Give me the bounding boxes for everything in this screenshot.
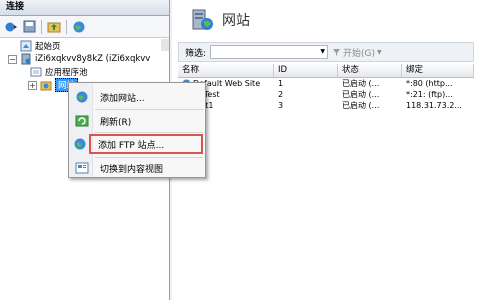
tree-item-start-page-label: 起始页 — [35, 42, 61, 52]
menu-item-switch-content-view-label: 切换到内容视图 — [100, 164, 164, 175]
context-menu: 添加网站... 刷新(R) 添加 FTP 站点... 切换到内容视图 — [68, 82, 206, 178]
table-row[interactable]: test1 3 已启动 (... 118.31.73.2... — [178, 100, 474, 111]
filter-bar: 筛选: ▼ 开始(G) ▼ — [178, 42, 474, 62]
add-site-icon — [76, 91, 88, 103]
add-ftp-site-icon — [74, 138, 86, 150]
toolbar-separator-2 — [66, 19, 67, 34]
menu-item-add-ftp-site[interactable]: 添加 FTP 站点... — [74, 134, 203, 154]
cell-status: 已启动 (... — [342, 101, 380, 110]
cell-status: 已启动 (... — [342, 90, 380, 99]
cell-id: 1 — [278, 79, 284, 88]
table-row[interactable]: ftpTest 2 已启动 (... *:21: (ftp)... — [178, 89, 474, 100]
start-filter-button[interactable]: 开始(G) ▼ — [332, 46, 382, 59]
sites-server-icon — [192, 9, 213, 30]
server-collapse-toggle[interactable]: − — [8, 55, 17, 64]
menu-separator-2 — [95, 132, 203, 133]
sites-folder-icon — [40, 81, 52, 91]
tree-item-server[interactable]: iZi6xqkvv8y8kZ (iZi6xqkvv — [20, 52, 150, 66]
up-folder-icon[interactable] — [46, 19, 62, 35]
connect-icon[interactable] — [3, 19, 19, 35]
start-filter-icon — [333, 48, 341, 56]
menu-item-add-site[interactable]: 添加网站... — [70, 87, 204, 107]
table-header: 名称 ID 状态 绑定 — [178, 64, 474, 78]
start-filter-label: 开始(G) — [343, 48, 376, 59]
connections-toolbar — [0, 16, 169, 38]
filter-dropdown-icon[interactable]: ▼ — [320, 48, 325, 55]
tree-scrollbar[interactable] — [161, 39, 169, 51]
menu-item-add-site-label: 添加网站... — [100, 93, 145, 104]
menu-item-switch-content-view[interactable]: 切换到内容视图 — [70, 158, 204, 178]
menu-item-add-ftp-site-label: 添加 FTP 站点... — [98, 140, 165, 151]
connections-header: 连接 — [0, 0, 169, 16]
sites-table: 名称 ID 状态 绑定 Default Web Site 1 已启动 (... … — [178, 64, 474, 111]
cell-binding: *:80 (http... — [406, 79, 453, 88]
app-pools-icon — [30, 67, 42, 77]
sites-expand-toggle[interactable]: + — [28, 81, 37, 90]
globe-icon[interactable] — [71, 19, 87, 35]
save-icon[interactable] — [21, 19, 37, 35]
menu-item-refresh-label: 刷新(R) — [100, 117, 132, 128]
tree-item-server-label: iZi6xqkvv8y8kZ (iZi6xqkvv — [35, 54, 151, 64]
column-header-status[interactable]: 状态 — [338, 64, 402, 77]
table-row[interactable]: Default Web Site 1 已启动 (... *:80 (http..… — [178, 78, 474, 89]
tree-item-start-page[interactable]: 起始页 — [20, 39, 61, 53]
start-page-icon — [20, 40, 32, 52]
cell-id: 2 — [278, 90, 284, 99]
filter-input[interactable]: ▼ — [210, 45, 329, 59]
cell-binding: *:21: (ftp)... — [406, 90, 453, 99]
toolbar-separator — [41, 19, 42, 34]
column-header-name[interactable]: 名称 — [178, 64, 274, 77]
sites-title-bar: 网站 — [172, 0, 480, 40]
menu-item-refresh[interactable]: 刷新(R) — [70, 111, 204, 131]
tree-item-app-pools-label: 应用程序池 — [45, 68, 88, 78]
cell-status: 已启动 (... — [342, 79, 380, 88]
server-icon — [21, 53, 31, 65]
column-header-id[interactable]: ID — [274, 64, 338, 77]
sites-pane: 网站 筛选: ▼ 开始(G) ▼ 名称 ID 状态 绑定 Default Web… — [172, 0, 480, 300]
filter-label: 筛选: — [185, 48, 207, 59]
cell-id: 3 — [278, 101, 284, 110]
tree-item-app-pools[interactable]: 应用程序池 — [30, 65, 88, 79]
content-view-icon — [75, 162, 89, 174]
start-filter-dropdown-icon: ▼ — [377, 48, 382, 56]
cell-binding: 118.31.73.2... — [406, 101, 462, 110]
refresh-icon — [75, 115, 89, 127]
column-header-binding[interactable]: 绑定 — [402, 64, 474, 77]
menu-separator — [95, 109, 203, 110]
page-title: 网站 — [222, 13, 250, 29]
